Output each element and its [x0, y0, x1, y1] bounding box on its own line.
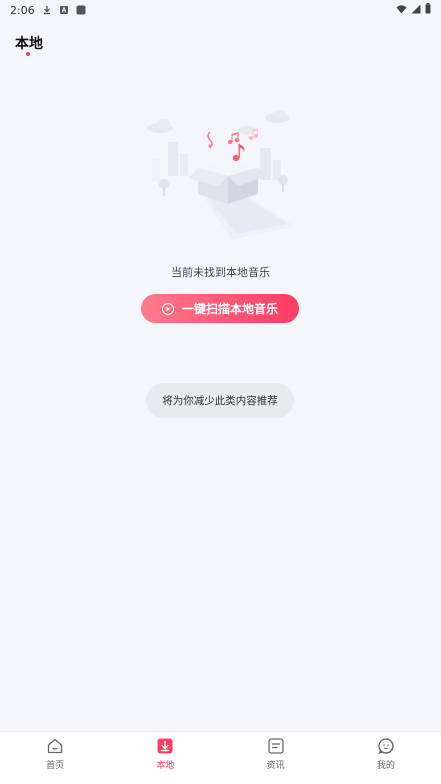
nav-item-local[interactable]: 本地: [110, 732, 220, 784]
app-square-icon: [76, 5, 86, 15]
news-icon: [267, 737, 285, 755]
status-time: 2:06: [10, 3, 35, 17]
nav-label-profile: 我的: [376, 761, 395, 771]
nav-item-news[interactable]: 资讯: [221, 732, 331, 784]
bottom-nav: 首页 本地 资讯 我的: [0, 731, 441, 784]
home-icon: [46, 737, 64, 755]
nav-item-home[interactable]: 首页: [0, 732, 110, 784]
empty-state-message: 当前未找到本地音乐: [171, 266, 270, 279]
music-box-illustration: [140, 108, 305, 248]
download-icon: [42, 5, 52, 15]
status-left: 2:06: [10, 4, 86, 17]
nav-label-home: 首页: [46, 761, 65, 771]
notification-a-icon: [59, 5, 69, 15]
page-title: 本地: [15, 36, 43, 52]
wifi-icon: [396, 4, 407, 17]
status-bar: 2:06: [0, 0, 441, 20]
nav-label-news: 资讯: [266, 761, 285, 771]
status-right: [396, 3, 431, 17]
download-box-icon: [156, 737, 174, 755]
toast-message: 将为你减少此类内容推荐: [146, 383, 294, 418]
play-circle-icon: [161, 302, 174, 315]
nav-label-local: 本地: [156, 761, 175, 771]
scan-button-label: 一键扫描本地音乐: [181, 302, 278, 316]
title-indicator-dot: [26, 52, 30, 56]
profile-face-icon: [377, 737, 395, 755]
signal-icon: [411, 4, 421, 17]
scan-local-music-button[interactable]: 一键扫描本地音乐: [141, 294, 299, 323]
nav-item-profile[interactable]: 我的: [331, 732, 441, 784]
toast-text: 将为你减少此类内容推荐: [162, 395, 278, 407]
battery-icon: [425, 3, 431, 17]
